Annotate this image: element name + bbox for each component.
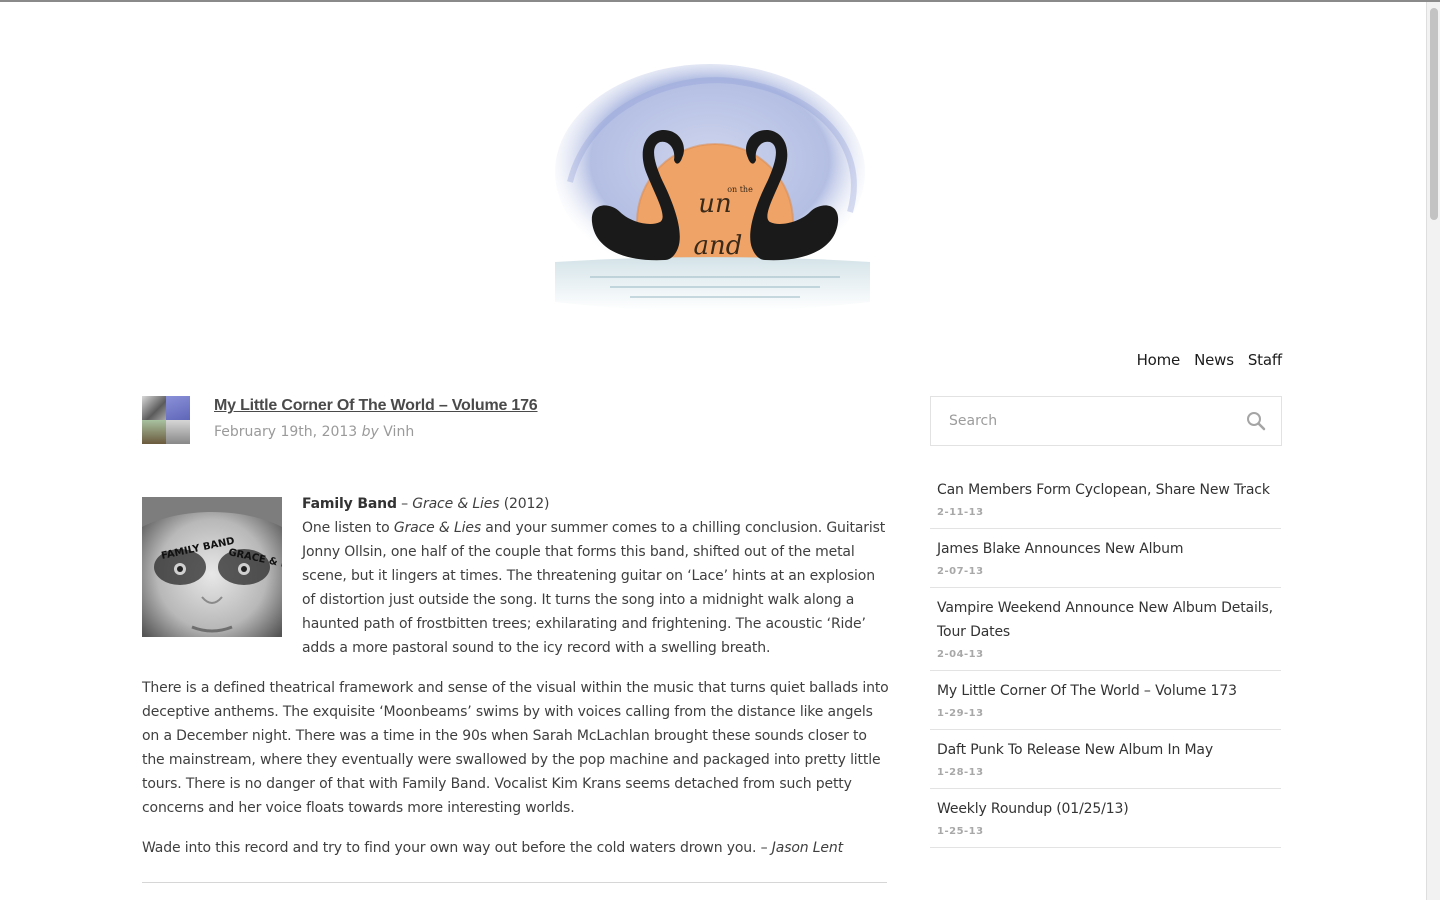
news-date: 2-07-13 [937,566,984,577]
post-author[interactable]: Vinh [383,424,414,440]
list-item: My Little Corner Of The World – Volume 1… [930,671,1281,730]
post-paragraph-3: Wade into this record and try to find yo… [142,836,892,860]
news-date: 2-04-13 [937,649,984,660]
paragraph-text: and your summer comes to a chilling conc… [302,520,886,656]
news-title[interactable]: Can Members Form Cyclopean, Share New Tr… [937,478,1274,502]
search-box [930,396,1282,446]
list-item: Can Members Form Cyclopean, Share New Tr… [930,470,1281,529]
search-icon[interactable] [1245,410,1267,432]
window-top-border [0,0,1440,2]
news-date: 2-11-13 [937,507,984,518]
scrollbar-thumb[interactable] [1430,8,1438,220]
album-name: Grace & Lies [412,496,500,512]
svg-text:and: and [694,231,743,261]
news-title[interactable]: Weekly Roundup (01/25/13) [937,797,1274,821]
svg-text:on the: on the [727,185,753,194]
list-item: Weekly Roundup (01/25/13) 1-25-13 [930,789,1281,848]
paragraph-text: One listen to [302,520,394,536]
artist-name: Family Band [302,496,397,512]
post-date: February 19th, 2013 [214,424,358,440]
news-title[interactable]: James Blake Announces New Album [937,537,1274,561]
thumbnail-tile [142,420,166,444]
list-item: Vampire Weekend Announce New Album Detai… [930,588,1281,671]
post-collage-thumbnail[interactable] [142,396,190,444]
post-paragraph-1: Family Band – Grace & Lies (2012) One li… [302,492,892,660]
album-cover-image: FAMILY BAND GRACE & LIES [142,497,282,637]
album-name: Grace & Lies [393,520,481,536]
nav-staff[interactable]: Staff [1248,351,1282,369]
review-author: Jason Lent [771,840,843,856]
thumbnail-tile [142,396,166,420]
post-divider [142,882,887,883]
post-title[interactable]: My Little Corner Of The World – Volume 1… [214,397,538,415]
separator: – [396,496,413,512]
post-meta: February 19th, 2013 by Vinh [214,424,414,440]
news-title[interactable]: My Little Corner Of The World – Volume 1… [937,679,1274,703]
news-date: 1-29-13 [937,708,984,719]
news-title[interactable]: Daft Punk To Release New Album In May [937,738,1274,762]
news-date: 1-28-13 [937,767,984,778]
nav-news[interactable]: News [1194,351,1234,369]
album-year: (2012) [499,496,550,512]
thumbnail-tile [166,420,190,444]
site-logo[interactable]: un on the and [550,62,876,324]
news-list: Can Members Form Cyclopean, Share New Tr… [930,470,1281,848]
page-scrollbar[interactable] [1426,2,1440,900]
post-by: by [361,424,379,440]
main-nav: Home News Staff [1137,351,1283,369]
paragraph-text: Wade into this record and try to find yo… [142,840,772,856]
list-item: James Blake Announces New Album 2-07-13 [930,529,1281,588]
list-item: Daft Punk To Release New Album In May 1-… [930,730,1281,789]
nav-home[interactable]: Home [1137,351,1181,369]
news-title[interactable]: Vampire Weekend Announce New Album Detai… [937,596,1274,644]
post-paragraph-2: There is a defined theatrical framework … [142,680,889,816]
search-input[interactable] [931,397,1281,445]
thumbnail-tile [166,396,190,420]
news-date: 1-25-13 [937,826,984,837]
